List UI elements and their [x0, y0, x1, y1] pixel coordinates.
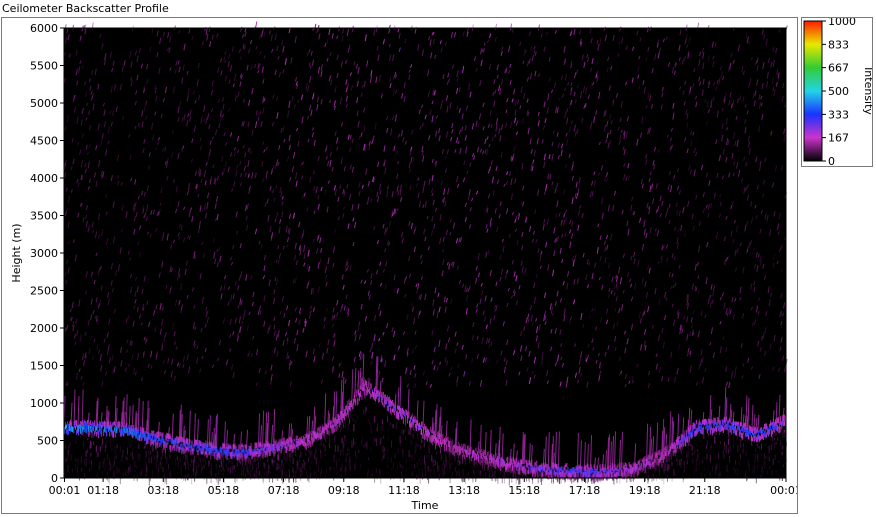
x-tick-label: 13:18: [448, 484, 480, 497]
colorbar-tick-label: 167: [828, 132, 849, 145]
backscatter-heatmap: 0500100015002000250030003500400045005000…: [10, 21, 797, 512]
chart-frame: 0 500 1000 1500 2000 2500 3000 3500 4000 4500 5000…: [1, 17, 798, 514]
x-tick-label: 07:18: [268, 484, 300, 497]
x-tick-label: 21:18: [689, 484, 721, 497]
colorbar: 0 167 333 500 667 833 1000 Intensity: [803, 18, 872, 166]
x-tick-label: 17:18: [569, 484, 601, 497]
x-axis-label: Time: [411, 499, 439, 512]
y-tick-label: 4500: [30, 135, 58, 148]
colorbar-tick-label: 333: [828, 108, 849, 121]
y-tick-label: 4000: [30, 172, 58, 185]
y-tick-label: 3000: [30, 247, 58, 260]
y-axis-label: Height (m): [10, 223, 23, 282]
y-tick-label: 2500: [30, 285, 58, 298]
y-tick-label: 5500: [30, 60, 58, 73]
window-title: Ceilometer Backscatter Profile: [2, 2, 169, 15]
y-axis: 0500100015002000250030003500400045005000…: [30, 22, 64, 485]
y-tick-label: 500: [37, 435, 58, 448]
colorbar-tick-label: 833: [828, 38, 849, 51]
y-tick-label: 1000: [30, 397, 58, 410]
colorbar-tick-label: 667: [828, 62, 849, 75]
y-tick-label: 5000: [30, 97, 58, 110]
colorbar-gradient: [803, 20, 823, 162]
x-tick-label: 11:18: [388, 484, 420, 497]
x-axis: 00:01 01:18 03:18 05:18 07:18 09:18 11:18 13:18…: [49, 478, 797, 497]
colorbar-tick-label: 0: [828, 155, 835, 166]
x-tick-label: 15:18: [508, 484, 540, 497]
x-tick-label: 19:18: [629, 484, 661, 497]
y-tick-label: 1500: [30, 360, 58, 373]
x-tick-label: 03:18: [147, 484, 179, 497]
x-tick-label: 09:18: [328, 484, 360, 497]
y-tick-label: 3500: [30, 210, 58, 223]
y-tick-label: 6000: [30, 22, 58, 35]
colorbar-tick-label: 1000: [828, 18, 856, 28]
plot-area: [64, 28, 786, 478]
colorbar-tick-label: 500: [828, 85, 849, 98]
y-tick-label: 2000: [30, 322, 58, 335]
x-tick-label: 05:18: [208, 484, 240, 497]
colorbar-label: Intensity: [862, 67, 872, 115]
x-tick-label: 00:01: [49, 484, 81, 497]
x-tick-label: 00:01: [770, 484, 797, 497]
x-tick-label: 01:18: [87, 484, 119, 497]
colorbar-legend: 0 167 333 500 667 833 1000 Intensity: [801, 17, 873, 167]
